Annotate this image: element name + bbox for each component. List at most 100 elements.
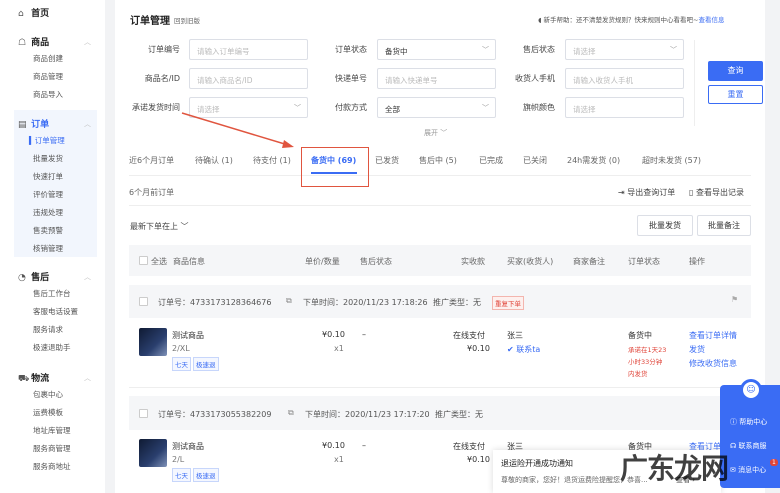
bag-icon: ☖ bbox=[18, 38, 27, 48]
service-tag: 七天 bbox=[172, 468, 191, 482]
tab[interactable]: 售后中 (5) bbox=[419, 155, 457, 166]
express-input[interactable]: 请输入快递单号 bbox=[377, 68, 496, 89]
tab[interactable]: 已发货 bbox=[375, 155, 399, 166]
product-name[interactable]: 测试商品 bbox=[172, 330, 204, 341]
annotation-arrow bbox=[181, 112, 294, 148]
select-all-checkbox[interactable] bbox=[139, 256, 148, 265]
expand-toggle[interactable]: 展开 ﹀ bbox=[424, 128, 447, 138]
sidebar-item-home[interactable]: ⌂ 首页 bbox=[18, 6, 49, 19]
sidebar-item[interactable]: 服务商管理 bbox=[33, 443, 71, 454]
order-checkbox[interactable] bbox=[139, 409, 148, 418]
sidebar-item[interactable]: 违规处理 bbox=[33, 207, 63, 218]
contact-service-button[interactable]: ☊ 联系商服 bbox=[730, 441, 766, 451]
query-button[interactable]: 查询 bbox=[708, 61, 763, 81]
quantity: x1 bbox=[334, 455, 344, 464]
annotation-highlight-box bbox=[301, 147, 369, 187]
sidebar-item[interactable]: 商品导入 bbox=[33, 89, 63, 100]
export-button[interactable]: ⇥ 导出查询订单 bbox=[618, 187, 675, 198]
tab[interactable]: 超时未发货 (57) bbox=[642, 155, 701, 166]
sort-dropdown[interactable]: 最新下单在上 ﹀ bbox=[130, 221, 189, 232]
sidebar-item[interactable]: 运费模板 bbox=[33, 407, 63, 418]
divider bbox=[129, 175, 751, 176]
phone-input[interactable]: 请输入收货人手机 bbox=[565, 68, 684, 89]
product-sku: 2/XL bbox=[172, 344, 190, 353]
flag-select[interactable]: 请选择 bbox=[565, 97, 684, 118]
ship-link[interactable]: 发货 bbox=[689, 344, 705, 355]
truck-icon: ⛟ bbox=[18, 374, 30, 384]
copy-icon[interactable]: ⧉ bbox=[288, 408, 294, 418]
service-tag: 七天 bbox=[172, 357, 191, 371]
after-status-select[interactable]: 请选择 ﹀ bbox=[565, 39, 684, 60]
product-name[interactable]: 测试商品 bbox=[172, 441, 204, 452]
tab[interactable]: 24h需发货 (0) bbox=[567, 155, 620, 166]
view-order-detail-link[interactable]: 查看订单详情 bbox=[689, 330, 737, 341]
message-badge: 1 bbox=[770, 459, 778, 466]
flag-icon[interactable]: ⚑ bbox=[731, 295, 738, 304]
tab[interactable]: 待确认 (1) bbox=[195, 155, 233, 166]
sidebar-group-orders[interactable]: ▤ 订单 bbox=[18, 117, 49, 130]
sidebar-item[interactable]: 商品管理 bbox=[33, 71, 63, 82]
old-orders-link[interactable]: 6个月前订单 bbox=[129, 187, 174, 198]
ship-time-label: 承诺发货时间 bbox=[132, 103, 180, 112]
notification-title: 退运险开通成功通知 bbox=[501, 459, 573, 468]
divider bbox=[129, 387, 751, 388]
sidebar-item[interactable]: 核销管理 bbox=[33, 243, 63, 254]
ship-deadline: 内发货 bbox=[628, 370, 648, 378]
sidebar-item[interactable]: 售卖预警 bbox=[33, 225, 63, 236]
order-checkbox[interactable] bbox=[139, 297, 148, 306]
sidebar-item[interactable]: 包裹中心 bbox=[33, 389, 63, 400]
export-log-button[interactable]: ▯ 查看导出记录 bbox=[689, 187, 744, 198]
buyer-name: 张三 bbox=[507, 331, 523, 340]
flag-label: 旗帜颜色 bbox=[523, 103, 555, 112]
sidebar-item[interactable]: 极速退助手 bbox=[33, 342, 71, 353]
sidebar-item[interactable]: 客服电话设置 bbox=[33, 306, 78, 317]
back-to-old-link[interactable]: 回到旧版 bbox=[174, 15, 200, 25]
service-tag: 极速退 bbox=[193, 468, 219, 482]
chevron-up-icon[interactable]: ︿ bbox=[84, 373, 91, 383]
ship-deadline: 小时33分钟 bbox=[628, 358, 663, 366]
sidebar-item[interactable]: 服务请求 bbox=[33, 324, 63, 335]
pay-select[interactable]: 全部 ﹀ bbox=[377, 97, 496, 118]
batch-ship-button[interactable]: 批量发货 bbox=[637, 215, 693, 236]
contact-buyer-link[interactable]: ✔ 联系ta bbox=[507, 344, 540, 355]
unit-price: ¥0.10 bbox=[322, 441, 345, 450]
product-sku: 2/L bbox=[172, 455, 185, 464]
after-sale-status: – bbox=[362, 330, 366, 339]
sidebar-item[interactable]: 快速打单 bbox=[33, 171, 63, 182]
copy-icon[interactable]: ⧉ bbox=[286, 296, 292, 306]
tab[interactable]: 待支付 (1) bbox=[253, 155, 291, 166]
tab[interactable]: 已关闭 bbox=[523, 155, 547, 166]
column-header: 买家(收货人) bbox=[507, 257, 554, 266]
sidebar-group-goods[interactable]: ☖ 商品 bbox=[18, 35, 49, 48]
sidebar-item[interactable]: 批量发货 bbox=[33, 153, 63, 164]
sidebar-item[interactable]: 评价管理 bbox=[33, 189, 63, 200]
phone-label: 收货人手机 bbox=[515, 74, 555, 83]
sidebar-item[interactable]: 地址库管理 bbox=[33, 425, 71, 436]
sidebar-item[interactable]: 服务商地址 bbox=[33, 461, 71, 472]
help-link[interactable]: 查看信息 bbox=[698, 16, 724, 24]
sidebar-group-logistics[interactable]: ⛟ 物流 bbox=[18, 371, 49, 385]
edit-address-link[interactable]: 修改收货信息 bbox=[689, 358, 737, 369]
tab[interactable]: 已完成 bbox=[479, 155, 503, 166]
reset-button[interactable]: 重置 bbox=[708, 85, 763, 104]
order-status-select[interactable]: 备货中 ﹀ bbox=[377, 39, 496, 60]
divider bbox=[129, 205, 751, 206]
chevron-up-icon[interactable]: ︿ bbox=[84, 37, 91, 47]
sidebar-item[interactable]: 售后工作台 bbox=[33, 288, 71, 299]
sidebar-item-order-manage[interactable]: ▍订单管理 bbox=[29, 135, 65, 146]
speaker-icon: ◖ bbox=[538, 16, 542, 24]
tab[interactable]: 近6个月订单 bbox=[129, 155, 174, 166]
message-center-button[interactable]: ✉ 消息中心 bbox=[730, 465, 766, 475]
help-center-button[interactable]: ⓘ 帮助中心 bbox=[730, 417, 767, 427]
sidebar-group-aftersale[interactable]: ◔ 售后 bbox=[18, 270, 49, 283]
chevron-down-icon: ﹀ bbox=[670, 46, 677, 54]
chevron-up-icon[interactable]: ︿ bbox=[84, 272, 91, 282]
after-status-label: 售后状态 bbox=[523, 45, 555, 54]
sidebar-item[interactable]: 商品创建 bbox=[33, 53, 63, 64]
product-input[interactable]: 请输入商品名/ID bbox=[189, 68, 308, 89]
batch-note-button[interactable]: 批量备注 bbox=[697, 215, 751, 236]
column-header: 售后状态 bbox=[360, 257, 392, 266]
order-no-input[interactable]: 请输入订单编号 bbox=[189, 39, 308, 60]
chevron-up-icon[interactable]: ︿ bbox=[84, 119, 91, 129]
express-label: 快递单号 bbox=[335, 74, 367, 83]
